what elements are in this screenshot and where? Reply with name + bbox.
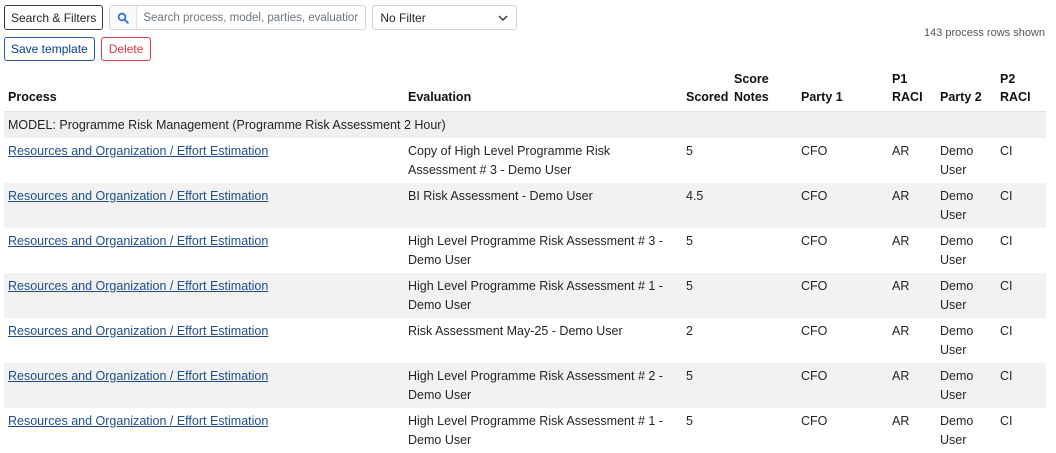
- table-row: Resources and Organization / Effort Esti…: [4, 363, 1046, 408]
- p1-raci-cell: AR: [888, 363, 936, 408]
- search-input[interactable]: [137, 7, 365, 28]
- template-actions: Save template Delete: [4, 37, 151, 61]
- p2-raci-cell: CI: [996, 408, 1046, 453]
- header-scored[interactable]: Scored: [682, 70, 730, 112]
- process-table: Process Evaluation Scored Score Notes Pa…: [4, 70, 1046, 453]
- p2-raci-cell: CI: [996, 138, 1046, 183]
- table-row: Resources and Organization / Effort Esti…: [4, 318, 1046, 363]
- process-cell: Resources and Organization / Effort Esti…: [4, 183, 404, 228]
- score-notes-cell: [730, 138, 797, 183]
- party1-cell: CFO: [797, 138, 888, 183]
- score-notes-cell: [730, 273, 797, 318]
- scored-cell: 2: [682, 318, 730, 363]
- p2-raci-cell: CI: [996, 363, 1046, 408]
- score-notes-cell: [730, 228, 797, 273]
- party1-cell: CFO: [797, 228, 888, 273]
- header-p2-raci[interactable]: P2 RACI: [996, 70, 1046, 112]
- party1-cell: CFO: [797, 183, 888, 228]
- table-row: Resources and Organization / Effort Esti…: [4, 408, 1046, 453]
- table-row: Resources and Organization / Effort Esti…: [4, 273, 1046, 318]
- party2-cell: Demo User: [936, 138, 996, 183]
- process-cell: Resources and Organization / Effort Esti…: [4, 363, 404, 408]
- delete-button[interactable]: Delete: [101, 37, 152, 61]
- p2-raci-cell: CI: [996, 318, 1046, 363]
- process-cell: Resources and Organization / Effort Esti…: [4, 138, 404, 183]
- header-p1-raci[interactable]: P1 RACI: [888, 70, 936, 112]
- score-notes-cell: [730, 183, 797, 228]
- scored-cell: 5: [682, 273, 730, 318]
- table-body: MODEL: Programme Risk Management (Progra…: [4, 112, 1046, 453]
- search-icon[interactable]: [110, 6, 137, 29]
- process-link[interactable]: Resources and Organization / Effort Esti…: [8, 189, 268, 203]
- process-link[interactable]: Resources and Organization / Effort Esti…: [8, 279, 268, 293]
- table-header-row: Process Evaluation Scored Score Notes Pa…: [4, 70, 1046, 112]
- p1-raci-cell: AR: [888, 318, 936, 363]
- p1-raci-cell: AR: [888, 183, 936, 228]
- party2-cell: Demo User: [936, 273, 996, 318]
- table-row: Resources and Organization / Effort Esti…: [4, 228, 1046, 273]
- search-filters-button[interactable]: Search & Filters: [4, 5, 103, 30]
- evaluation-cell: High Level Programme Risk Assessment # 1…: [404, 408, 682, 453]
- scored-cell: 5: [682, 363, 730, 408]
- party1-cell: CFO: [797, 273, 888, 318]
- header-process[interactable]: Process: [4, 70, 404, 112]
- process-cell: Resources and Organization / Effort Esti…: [4, 408, 404, 453]
- party2-cell: Demo User: [936, 363, 996, 408]
- row-count: 143 process rows shown: [924, 27, 1045, 39]
- process-cell: Resources and Organization / Effort Esti…: [4, 228, 404, 273]
- p2-raci-cell: CI: [996, 228, 1046, 273]
- score-notes-cell: [730, 408, 797, 453]
- process-link[interactable]: Resources and Organization / Effort Esti…: [8, 234, 268, 248]
- party2-cell: Demo User: [936, 183, 996, 228]
- party2-cell: Demo User: [936, 408, 996, 453]
- group-label: MODEL: Programme Risk Management (Progra…: [4, 112, 1046, 139]
- filter-select-value: No Filter: [380, 11, 425, 25]
- scored-cell: 5: [682, 228, 730, 273]
- process-cell: Resources and Organization / Effort Esti…: [4, 273, 404, 318]
- party1-cell: CFO: [797, 408, 888, 453]
- score-notes-cell: [730, 363, 797, 408]
- party1-cell: CFO: [797, 363, 888, 408]
- process-link[interactable]: Resources and Organization / Effort Esti…: [8, 324, 268, 338]
- search-box: [109, 5, 366, 30]
- table-row: Resources and Organization / Effort Esti…: [4, 183, 1046, 228]
- header-score-notes[interactable]: Score Notes: [730, 70, 797, 112]
- evaluation-cell: BI Risk Assessment - Demo User: [404, 183, 682, 228]
- group-row: MODEL: Programme Risk Management (Progra…: [4, 112, 1046, 139]
- party1-cell: CFO: [797, 318, 888, 363]
- p1-raci-cell: AR: [888, 408, 936, 453]
- scored-cell: 5: [682, 408, 730, 453]
- process-link[interactable]: Resources and Organization / Effort Esti…: [8, 144, 268, 158]
- p2-raci-cell: CI: [996, 273, 1046, 318]
- evaluation-cell: High Level Programme Risk Assessment # 2…: [404, 363, 682, 408]
- p1-raci-cell: AR: [888, 273, 936, 318]
- scored-cell: 5: [682, 138, 730, 183]
- filter-select[interactable]: No Filter: [372, 5, 517, 30]
- evaluation-cell: Risk Assessment May-25 - Demo User: [404, 318, 682, 363]
- process-link[interactable]: Resources and Organization / Effort Esti…: [8, 414, 268, 428]
- score-notes-cell: [730, 318, 797, 363]
- p1-raci-cell: AR: [888, 138, 936, 183]
- p2-raci-cell: CI: [996, 183, 1046, 228]
- evaluation-cell: High Level Programme Risk Assessment # 3…: [404, 228, 682, 273]
- process-link[interactable]: Resources and Organization / Effort Esti…: [8, 369, 268, 383]
- scored-cell: 4.5: [682, 183, 730, 228]
- header-party1[interactable]: Party 1: [797, 70, 888, 112]
- party2-cell: Demo User: [936, 228, 996, 273]
- p1-raci-cell: AR: [888, 228, 936, 273]
- save-template-button[interactable]: Save template: [4, 37, 95, 61]
- header-party2[interactable]: Party 2: [936, 70, 996, 112]
- evaluation-cell: Copy of High Level Programme Risk Assess…: [404, 138, 682, 183]
- evaluation-cell: High Level Programme Risk Assessment # 1…: [404, 273, 682, 318]
- chevron-down-icon: [498, 11, 508, 25]
- table-row: Resources and Organization / Effort Esti…: [4, 138, 1046, 183]
- party2-cell: Demo User: [936, 318, 996, 363]
- toolbar: Search & Filters No Filter: [4, 5, 517, 30]
- process-cell: Resources and Organization / Effort Esti…: [4, 318, 404, 363]
- header-evaluation[interactable]: Evaluation: [404, 70, 682, 112]
